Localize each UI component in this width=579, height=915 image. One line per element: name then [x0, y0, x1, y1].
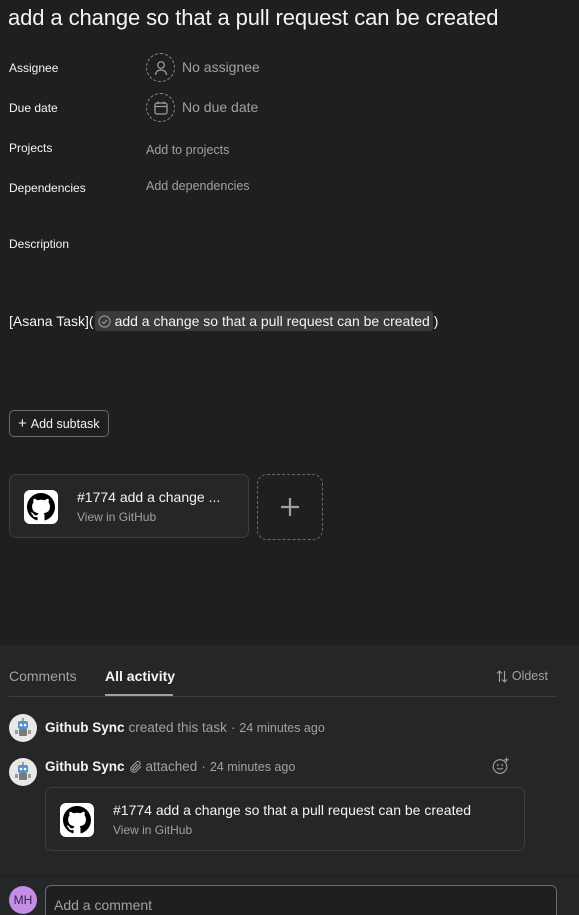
due-date-placeholder[interactable]	[146, 93, 175, 122]
view-in-github-link[interactable]: View in GitHub	[77, 510, 156, 524]
github-icon	[24, 490, 58, 524]
add-dependencies-link[interactable]: Add dependencies	[146, 179, 250, 193]
person-icon	[154, 60, 167, 75]
activity-separator: ·	[230, 720, 236, 735]
attachment-title: #1774 add a change ...	[77, 489, 221, 505]
activity-author[interactable]: Github Sync	[45, 720, 125, 735]
assignee-value[interactable]: No assignee	[182, 59, 260, 75]
due-date-label: Due date	[9, 101, 58, 115]
activity-action: created this task	[128, 720, 227, 735]
sort-arrows-icon	[496, 669, 508, 683]
tab-all-activity[interactable]: All activity	[105, 668, 175, 684]
add-subtask-label: Add subtask	[30, 416, 100, 431]
activity-time: 24 minutes ago	[239, 720, 325, 735]
robot-avatar-icon	[15, 762, 31, 780]
add-reaction-icon[interactable]	[492, 757, 510, 775]
task-detail-pane: add a change so that a pull request can …	[0, 0, 579, 645]
sort-order-button[interactable]: Oldest	[496, 669, 548, 683]
task-mention-label: add a change so that a pull request can …	[114, 313, 430, 329]
add-to-projects-link[interactable]: Add to projects	[146, 143, 229, 157]
projects-label: Projects	[9, 141, 53, 155]
comment-input[interactable]	[45, 885, 557, 915]
calendar-icon	[153, 101, 168, 115]
description-prefix: [Asana Task](	[9, 313, 94, 329]
plus-icon: +	[18, 415, 27, 432]
check-circle-icon	[97, 314, 111, 328]
due-date-value[interactable]: No due date	[182, 99, 258, 115]
add-subtask-button[interactable]: + Add subtask	[9, 410, 109, 437]
tabs-divider	[9, 696, 557, 697]
activity-panel: Comments All activity Oldest Github Sync…	[0, 645, 579, 915]
assignee-avatar-placeholder[interactable]	[146, 53, 175, 82]
activity-attachment-card[interactable]: #1774 add a change so that a pull reques…	[45, 787, 525, 851]
activity-separator: ·	[201, 759, 206, 774]
robot-avatar-icon	[15, 718, 31, 736]
sort-label: Oldest	[511, 669, 548, 683]
github-attachment-card[interactable]: #1774 add a change ... View in GitHub	[9, 474, 249, 538]
add-attachment-button[interactable]	[257, 474, 323, 540]
activity-action: attached	[145, 759, 198, 774]
github-icon	[60, 803, 94, 837]
description-text[interactable]: [Asana Task]( add a change so that a pul…	[9, 311, 438, 331]
assignee-label: Assignee	[9, 61, 59, 75]
tab-comments[interactable]: Comments	[9, 668, 77, 684]
description-suffix: )	[433, 313, 439, 329]
avatar[interactable]	[9, 758, 37, 786]
activity-entry: Github Sync attached · 24 minutes ago	[45, 759, 295, 774]
avatar[interactable]	[9, 714, 37, 742]
avatar[interactable]: MH	[9, 886, 37, 914]
activity-entry: Github Sync created this task · 24 minut…	[45, 720, 325, 735]
composer-divider	[0, 876, 579, 877]
activity-author[interactable]: Github Sync	[45, 759, 125, 774]
plus-icon	[281, 498, 299, 516]
task-title[interactable]: add a change so that a pull request can …	[8, 5, 498, 31]
description-label: Description	[9, 237, 70, 251]
view-in-github-link[interactable]: View in GitHub	[113, 823, 192, 837]
activity-time: 24 minutes ago	[209, 759, 296, 774]
paperclip-icon	[129, 760, 141, 773]
task-mention-chip[interactable]: add a change so that a pull request can …	[94, 311, 433, 331]
dependencies-label: Dependencies	[9, 181, 86, 195]
attachment-title: #1774 add a change so that a pull reques…	[113, 802, 472, 818]
